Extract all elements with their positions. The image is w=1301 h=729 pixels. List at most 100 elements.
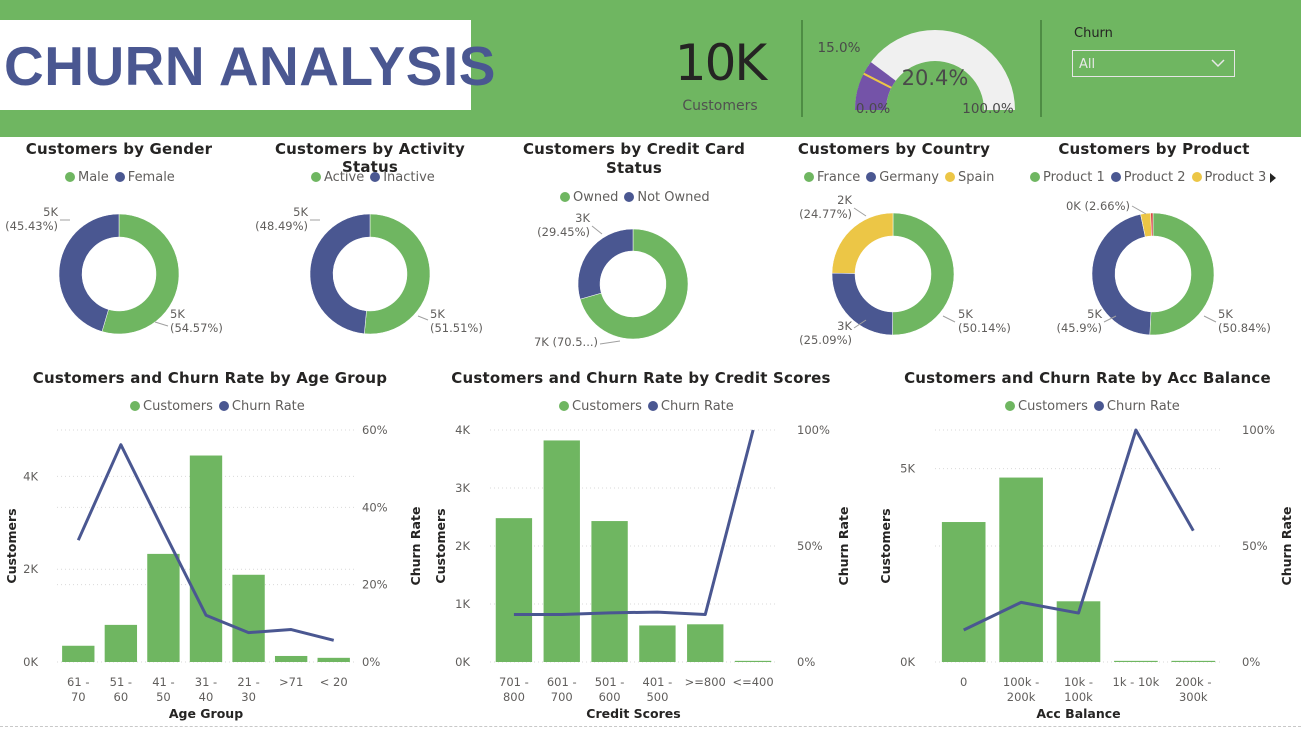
- x-tick-label: 501 -: [595, 675, 625, 689]
- gauge-max-label: 100.0%: [962, 101, 1014, 117]
- bar[interactable]: [1114, 660, 1158, 662]
- legend-item[interactable]: Product 2: [1110, 170, 1186, 185]
- legend-item[interactable]: Customers: [1005, 399, 1088, 414]
- bar[interactable]: [189, 455, 223, 662]
- credit-card-donut-chart[interactable]: 7K (70.5...) 3K(29.45%): [510, 210, 770, 360]
- legend-item[interactable]: Germany: [866, 170, 939, 185]
- legend-item[interactable]: Male: [65, 170, 109, 185]
- bar[interactable]: [734, 660, 772, 662]
- donut-data-label: 5K: [958, 307, 973, 321]
- churn-rate-line[interactable]: [963, 428, 1195, 632]
- legend-label: Male: [78, 170, 109, 185]
- legend-item[interactable]: Churn Rate: [647, 399, 734, 414]
- bar[interactable]: [543, 440, 580, 662]
- gauge-min-label: 0.0%: [856, 101, 890, 117]
- y-tick-label: 0K: [900, 655, 915, 669]
- bar[interactable]: [317, 657, 350, 662]
- gender-chart-title: Customers by Gender: [25, 140, 213, 158]
- x-tick-label: < 20: [320, 675, 348, 689]
- bar[interactable]: [1171, 660, 1216, 662]
- legend-item[interactable]: Customers: [559, 399, 642, 414]
- bar[interactable]: [147, 553, 180, 662]
- donut-data-label: 3K: [837, 319, 852, 333]
- legend-dot: [559, 401, 569, 411]
- y-tick-label: 0K: [23, 655, 38, 669]
- legend-item[interactable]: Inactive: [370, 170, 435, 185]
- bar[interactable]: [591, 521, 628, 662]
- country-chart-title: Customers by Country: [797, 140, 991, 158]
- legend-item[interactable]: Product 1: [1030, 170, 1105, 185]
- y-tick-label: 2K: [23, 562, 38, 576]
- legend-item[interactable]: Churn Rate: [218, 399, 305, 414]
- activity-legend: Active Inactive: [311, 170, 441, 185]
- legend-item[interactable]: Owned: [560, 190, 618, 205]
- x-tick-label: 70: [71, 690, 86, 704]
- credit-card-title-line: Status: [605, 159, 663, 177]
- x-tick-label: 300k: [1179, 690, 1208, 704]
- legend-item[interactable]: Female: [114, 170, 175, 185]
- legend-item[interactable]: Not Owned: [624, 190, 710, 205]
- y-tick-label: 4K: [455, 423, 470, 437]
- bar[interactable]: [232, 574, 265, 662]
- activity-donut-chart[interactable]: 5K(51.51%)5K(48.49%): [250, 190, 500, 360]
- legend-item[interactable]: Product 3: [1191, 170, 1267, 185]
- legend-item[interactable]: Active: [311, 170, 364, 185]
- legend-item[interactable]: Customers: [130, 399, 213, 414]
- bar[interactable]: [62, 645, 95, 662]
- x-tick-label: 200k: [1007, 690, 1036, 704]
- donut-slice[interactable]: [364, 213, 431, 335]
- y-axis-title: Customers: [433, 508, 448, 583]
- bar[interactable]: [639, 625, 676, 662]
- credit-score-combo-chart[interactable]: 0K 1K 2K 3K 4K 0% 50% 100% 701 -800 601 -700 501 -…: [425, 415, 855, 725]
- legend-item[interactable]: Spain: [945, 170, 994, 185]
- gender-donut-chart[interactable]: 5K(54.57%)5K(45.43%): [0, 190, 250, 360]
- donut-leader-line: [942, 315, 956, 323]
- dashboard: CHURN ANALYSIS 10K Customers 20.4% 15.0%…: [0, 0, 1301, 729]
- gender-legend: Male Female: [65, 170, 181, 185]
- balance-chart-title: Customers and Churn Rate by Acc Balance: [904, 369, 1271, 387]
- legend-item[interactable]: Churn Rate: [1093, 399, 1180, 414]
- y2-tick-label: 0%: [1242, 655, 1260, 669]
- x-axis-title: Acc Balance: [1036, 706, 1120, 721]
- legend-dot: [65, 172, 75, 182]
- bar[interactable]: [999, 477, 1043, 662]
- age-combo-chart[interactable]: 0K 2K 4K 0% 20% 40% 60% 61 -70 51 -60 41 -50 31 -4…: [0, 415, 420, 725]
- x-tick-label: 500: [646, 690, 668, 704]
- legend-label: Churn Rate: [1106, 399, 1180, 414]
- legend-dot: [1093, 401, 1104, 411]
- x-tick-label: 40: [199, 690, 214, 704]
- donut-slice[interactable]: [577, 228, 634, 300]
- legend-label: Inactive: [383, 170, 435, 185]
- chevron-down-icon: [1211, 59, 1225, 68]
- bar[interactable]: [687, 624, 724, 662]
- legend-label: France: [817, 170, 861, 185]
- legend-label: Product 3: [1204, 170, 1267, 185]
- legend-next-arrow-icon[interactable]: [1268, 172, 1278, 184]
- donut-data-label: 5K: [293, 205, 308, 219]
- y2-axis-title: Churn Rate: [836, 507, 851, 586]
- legend-item[interactable]: France: [804, 170, 860, 185]
- donut-slice[interactable]: [831, 212, 894, 274]
- legend-label: Owned: [573, 190, 619, 205]
- churn-rate-gauge[interactable]: 20.4% 15.0% 0.0% 100.0%: [810, 10, 1040, 125]
- bar[interactable]: [104, 624, 138, 662]
- x-tick-label: 100k: [1064, 690, 1093, 704]
- y2-tick-label: 40%: [362, 500, 388, 514]
- bar[interactable]: [495, 518, 533, 662]
- x-tick-label: 1k - 10k: [1113, 675, 1160, 689]
- churn-slicer-dropdown[interactable]: All: [1072, 50, 1235, 77]
- page-title: CHURN ANALYSIS: [4, 35, 496, 97]
- product-donut-chart[interactable]: 5K(50.84%)5K(45.9%)0K (2.66%): [1030, 190, 1301, 360]
- balance-combo-chart[interactable]: 0K 5K 0% 50% 100% 0 100k -200k 10k -100k 1k - 10…: [870, 415, 1301, 725]
- y-axis-title: Customers: [4, 508, 19, 583]
- country-donut-chart[interactable]: 5K(50.14%) 3K(25.09%) 2K(24.77%): [770, 190, 1030, 360]
- bar[interactable]: [941, 522, 986, 662]
- bar[interactable]: [274, 655, 308, 662]
- credit-score-legend: Customers Churn Rate: [559, 399, 740, 414]
- x-tick-label: 601 -: [547, 675, 577, 689]
- kpi-customers-label: Customers: [682, 98, 758, 114]
- donut-slice[interactable]: [309, 213, 371, 335]
- legend-label: Active: [324, 170, 365, 185]
- donut-leader-line: [417, 315, 429, 321]
- donut-data-label: (51.51%): [430, 321, 483, 335]
